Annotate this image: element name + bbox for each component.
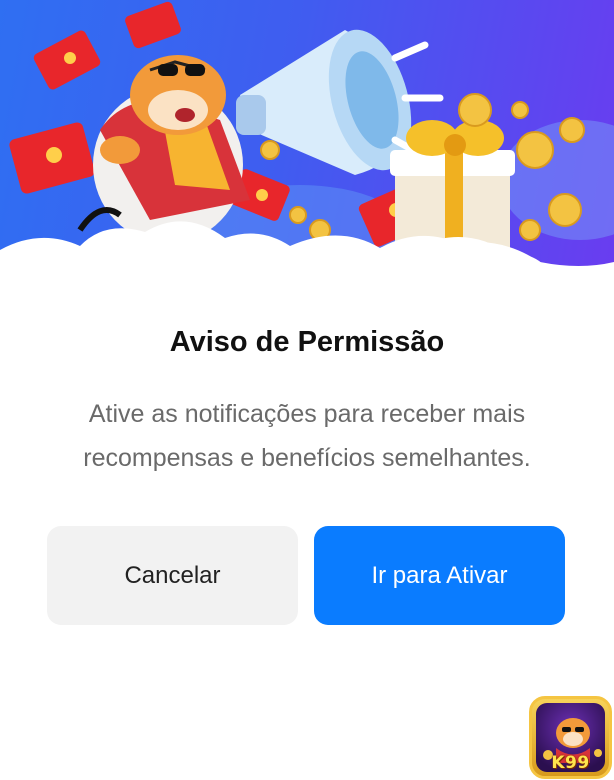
dialog-title: Aviso de Permissão [169, 326, 445, 358]
activate-notifications-button[interactable]: Ir para Ativar [314, 526, 565, 625]
hero-illustration [0, 1, 614, 300]
hero-banner [0, 0, 614, 300]
red-envelope-icon [33, 30, 101, 90]
app-badge-label: K99 [551, 753, 590, 773]
gift-box-icon [390, 120, 515, 255]
cancel-button[interactable]: Cancelar [47, 526, 298, 625]
app-badge[interactable]: K99 [529, 696, 612, 779]
tiger-mascot-icon [77, 55, 250, 243]
dialog-message: Ative as notificações para receber mais … [83, 400, 531, 472]
